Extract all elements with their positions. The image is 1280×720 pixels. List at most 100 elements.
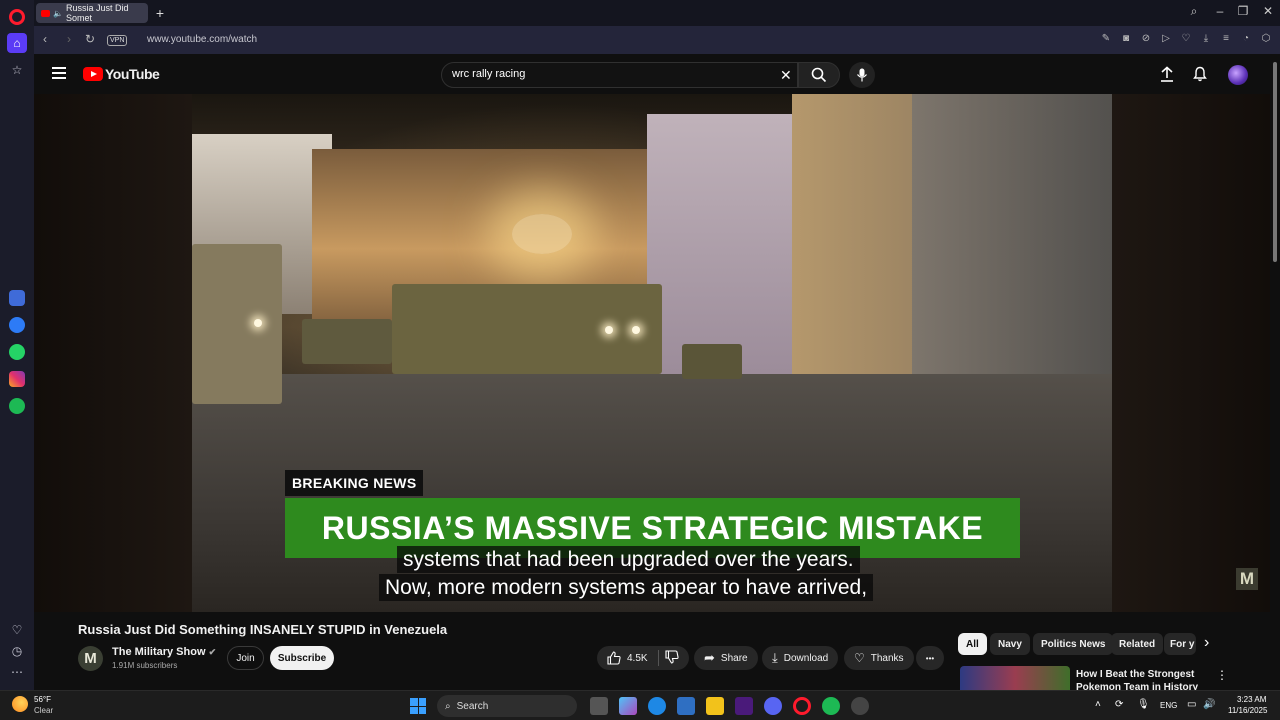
microphone-tray-icon[interactable]: 🎙 xyxy=(1137,699,1150,710)
messenger-icon[interactable] xyxy=(9,317,25,333)
tray-app-icon[interactable]: ⟳ xyxy=(1115,699,1123,710)
heart-icon[interactable]: ♡ xyxy=(7,620,27,640)
video-player[interactable]: BREAKING NEWS RUSSIA’S MASSIVE STRATEGIC… xyxy=(34,94,1270,612)
weather-icon[interactable] xyxy=(12,696,28,712)
letterbox-left xyxy=(34,94,192,612)
military-truck xyxy=(392,284,662,374)
cube-icon[interactable]: ⬡ xyxy=(1260,33,1272,44)
forward-icon[interactable]: › xyxy=(61,32,77,46)
upload-icon[interactable] xyxy=(1160,66,1174,85)
back-icon[interactable]: ‹ xyxy=(37,32,53,46)
speaker-icon[interactable]: 🔈 xyxy=(53,9,63,18)
favorites-heart-icon[interactable]: ♡ xyxy=(1180,33,1192,44)
home-icon[interactable]: ⌂ xyxy=(7,33,27,53)
tab-youtube[interactable]: 🔈 Russia Just Did Somet xyxy=(36,3,148,23)
copilot-icon[interactable] xyxy=(619,697,637,715)
bookmark-star-icon[interactable]: ☆ xyxy=(7,60,27,80)
youtube-favicon-icon xyxy=(41,9,51,17)
network-icon[interactable]: ▭ xyxy=(1187,699,1196,710)
like-button[interactable]: 4.5K xyxy=(607,651,648,665)
history-clock-icon[interactable]: ◷ xyxy=(7,641,27,661)
thanks-label: Thanks xyxy=(870,652,904,664)
chip-politics-news[interactable]: Politics News xyxy=(1033,633,1114,655)
discord-icon[interactable] xyxy=(764,697,782,715)
clock-time[interactable]: 3:23 AM xyxy=(1237,695,1266,704)
share-button[interactable]: ➦ Share xyxy=(694,646,758,670)
new-tab-button[interactable]: + xyxy=(152,5,168,21)
downloads-icon[interactable]: ⤓ xyxy=(1200,33,1212,44)
recommendation-thumbnail[interactable] xyxy=(960,666,1070,690)
opera-taskbar-icon[interactable] xyxy=(793,697,811,715)
search-box xyxy=(441,62,798,88)
taskbar-search[interactable]: ⌕ Search xyxy=(437,695,577,717)
aria-ai-icon[interactable] xyxy=(9,290,25,306)
instagram-icon[interactable] xyxy=(9,371,25,387)
channel-watermark[interactable]: M xyxy=(1236,568,1258,590)
windows-start-icon[interactable] xyxy=(410,698,426,714)
page-scrollbar[interactable] xyxy=(1270,54,1280,690)
camera-icon[interactable]: ◙ xyxy=(1120,33,1132,44)
opera-logo-icon[interactable] xyxy=(9,9,25,25)
close-icon[interactable]: ✕ xyxy=(1258,4,1278,18)
vpn-badge[interactable]: VPN xyxy=(107,35,128,46)
taskbar-search-label: Search xyxy=(456,700,489,712)
spotify-taskbar-icon[interactable] xyxy=(822,697,840,715)
profile-icon[interactable]: ◔ xyxy=(1240,33,1252,44)
recommendation-menu-icon[interactable]: ⋮ xyxy=(1216,668,1228,682)
search-button[interactable] xyxy=(798,62,840,88)
whatsapp-icon[interactable] xyxy=(9,344,25,360)
join-button[interactable]: Join xyxy=(227,646,264,670)
scroll-thumb[interactable] xyxy=(1273,62,1277,262)
headlight xyxy=(632,326,640,334)
url-field[interactable]: www.youtube.com/watch xyxy=(147,34,257,45)
edge-icon[interactable] xyxy=(648,697,666,715)
volume-icon[interactable]: 🔊 xyxy=(1203,699,1215,710)
video-title: Russia Just Did Something INSANELY STUPI… xyxy=(78,622,448,637)
chevron-right-icon[interactable]: › xyxy=(1204,634,1209,652)
letterbox-right xyxy=(1112,94,1270,612)
store-icon[interactable] xyxy=(677,697,695,715)
like-dislike-group: 4.5K xyxy=(597,646,689,670)
thanks-button[interactable]: ♡ Thanks xyxy=(844,646,914,670)
maximize-icon[interactable]: ❐ xyxy=(1233,4,1253,18)
app-next-icon[interactable] xyxy=(735,697,753,715)
armored-vehicle xyxy=(302,319,392,364)
guide-menu-icon[interactable] xyxy=(52,67,66,79)
edit-icon[interactable]: ✎ xyxy=(1100,33,1112,44)
building-right xyxy=(647,114,807,374)
like-count: 4.5K xyxy=(627,652,648,664)
clock-date[interactable]: 11/16/2025 xyxy=(1228,706,1267,715)
input-language[interactable]: ENG xyxy=(1160,701,1177,710)
notifications-bell-icon[interactable] xyxy=(1193,66,1207,85)
thumbs-down-icon xyxy=(665,649,679,664)
voice-search-button[interactable] xyxy=(849,62,875,88)
reload-icon[interactable]: ↻ xyxy=(82,32,98,46)
minimize-icon[interactable]: – xyxy=(1210,4,1230,18)
subscribe-button[interactable]: Subscribe xyxy=(270,646,334,670)
more-actions-button[interactable]: ••• xyxy=(916,646,944,670)
more-dots-icon[interactable]: ⋯ xyxy=(7,662,27,682)
chip-navy[interactable]: Navy xyxy=(990,633,1030,655)
spotify-icon[interactable] xyxy=(9,398,25,414)
file-explorer-icon[interactable] xyxy=(706,697,724,715)
recommendation-title[interactable]: How I Beat the Strongest Pokemon Team in… xyxy=(1076,668,1216,690)
subscriber-count: 1.91M subscribers xyxy=(112,661,178,670)
player-icon[interactable]: ▷ xyxy=(1160,33,1172,44)
clear-search-icon[interactable]: ✕ xyxy=(780,67,792,84)
task-view-icon[interactable] xyxy=(590,697,608,715)
chip-all[interactable]: All xyxy=(958,633,987,655)
youtube-logo[interactable]: YouTube xyxy=(83,66,160,82)
misc-app-icon[interactable] xyxy=(851,697,869,715)
search-input[interactable] xyxy=(452,68,772,80)
channel-name[interactable]: The Military Show ✔ xyxy=(112,646,216,658)
channel-avatar[interactable]: M xyxy=(78,646,103,671)
chip-related[interactable]: Related xyxy=(1111,633,1164,655)
chip-for-you[interactable]: For y xyxy=(1164,633,1196,655)
download-button[interactable]: ⤓ Download xyxy=(762,646,839,670)
adblock-icon[interactable]: ⊘ xyxy=(1140,33,1152,44)
user-avatar[interactable] xyxy=(1228,65,1248,85)
tray-chevron-icon[interactable]: ˄ xyxy=(1095,699,1101,710)
dislike-button[interactable] xyxy=(665,649,679,667)
menu-lines-icon[interactable]: ≡ xyxy=(1220,33,1232,44)
search-tabs-icon[interactable]: ⌕ xyxy=(1184,4,1204,19)
